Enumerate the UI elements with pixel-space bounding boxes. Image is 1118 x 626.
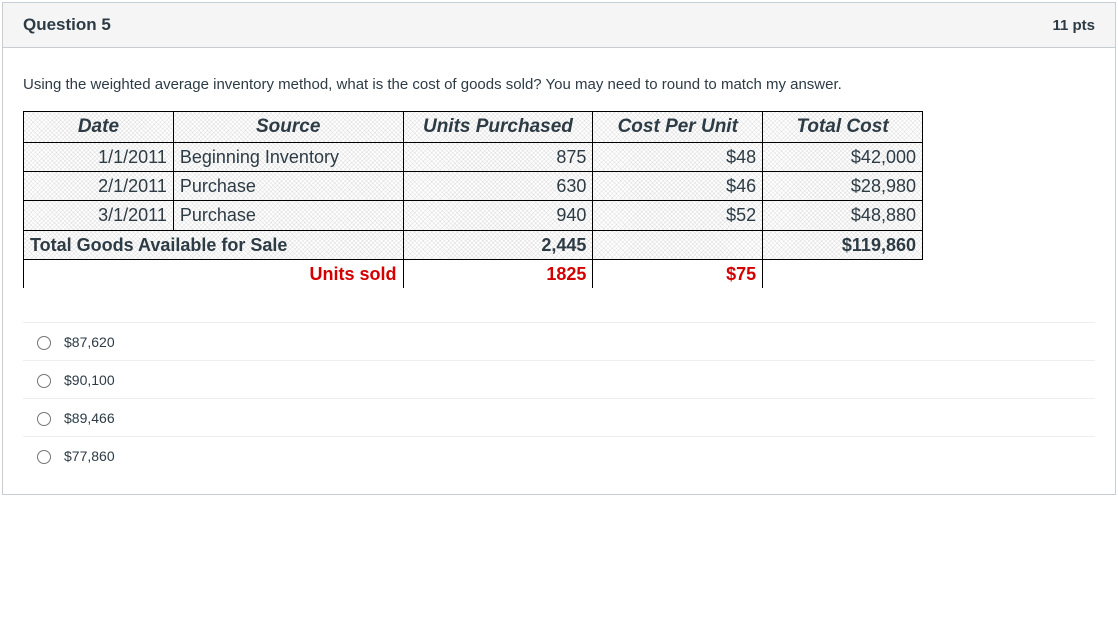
cell-total: $42,000 [763,142,923,171]
table-total-row: Total Goods Available for Sale 2,445 $11… [24,230,923,259]
cell-total: $28,980 [763,171,923,200]
answer-label: $89,466 [64,410,115,426]
answer-option[interactable]: $87,620 [23,323,1095,361]
answer-radio[interactable] [37,336,51,350]
answer-radio[interactable] [37,412,51,426]
question-title: Question 5 [23,15,111,35]
cell-sold-total [763,259,923,288]
cell-date: 3/1/2011 [24,201,174,230]
question-prompt: Using the weighted average inventory met… [23,76,1095,93]
question-points: 11 pts [1052,17,1095,34]
table-sold-row: Units sold 1825 $75 [24,259,923,288]
col-header-source: Source [173,112,403,143]
cell-date: 1/1/2011 [24,142,174,171]
cell-source: Purchase [173,171,403,200]
question-body: Using the weighted average inventory met… [3,48,1115,494]
answer-label: $77,860 [64,448,115,464]
table-row: 2/1/2011 Purchase 630 $46 $28,980 [24,171,923,200]
answer-option[interactable]: $90,100 [23,361,1095,399]
inventory-table-wrap: Date Source Units Purchased Cost Per Uni… [23,111,1095,288]
col-header-date: Date [24,112,174,143]
cell-cpu: $52 [593,201,763,230]
cell-total: $48,880 [763,201,923,230]
cell-units: 875 [403,142,593,171]
cell-total-units: 2,445 [403,230,593,259]
cell-total-cost: $119,860 [763,230,923,259]
answer-radio[interactable] [37,374,51,388]
col-header-units: Units Purchased [403,112,593,143]
cell-cpu: $48 [593,142,763,171]
cell-total-label: Total Goods Available for Sale [24,230,404,259]
cell-sold-units: 1825 [403,259,593,288]
cell-sold-label: Units sold [24,259,404,288]
cell-sold-cpu: $75 [593,259,763,288]
inventory-table: Date Source Units Purchased Cost Per Uni… [23,111,923,288]
question-header: Question 5 11 pts [3,3,1115,48]
answer-label: $87,620 [64,334,115,350]
answer-option[interactable]: $89,466 [23,399,1095,437]
question-card: Question 5 11 pts Using the weighted ave… [2,2,1116,495]
answer-options: $87,620 $90,100 $89,466 $77,860 [23,322,1095,474]
cell-total-cpu [593,230,763,259]
cell-source: Beginning Inventory [173,142,403,171]
cell-date: 2/1/2011 [24,171,174,200]
answer-label: $90,100 [64,372,115,388]
answer-radio[interactable] [37,450,51,464]
table-header-row: Date Source Units Purchased Cost Per Uni… [24,112,923,143]
answer-option[interactable]: $77,860 [23,437,1095,474]
cell-units: 630 [403,171,593,200]
table-row: 1/1/2011 Beginning Inventory 875 $48 $42… [24,142,923,171]
cell-source: Purchase [173,201,403,230]
table-row: 3/1/2011 Purchase 940 $52 $48,880 [24,201,923,230]
cell-units: 940 [403,201,593,230]
col-header-total: Total Cost [763,112,923,143]
cell-cpu: $46 [593,171,763,200]
col-header-cpu: Cost Per Unit [593,112,763,143]
